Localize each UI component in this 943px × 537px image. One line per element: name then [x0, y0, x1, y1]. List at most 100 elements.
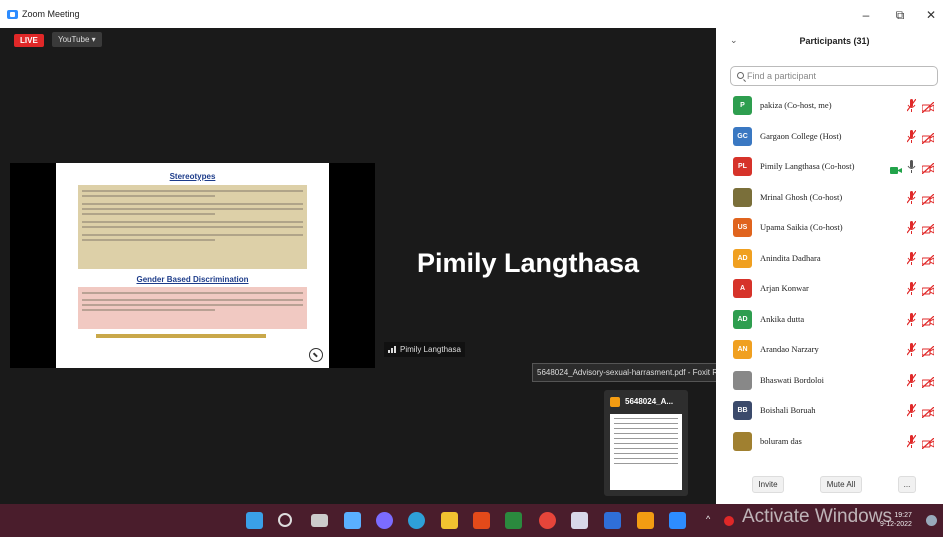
notification-icon[interactable]	[926, 515, 937, 526]
live-badge: LIVE	[14, 34, 44, 47]
participant-name: Gargaon College (Host)	[760, 130, 842, 141]
mic-muted-icon	[906, 281, 917, 295]
word-icon[interactable]	[604, 512, 621, 529]
participants-panel: ⌄ Participants (31) Find a participant P…	[716, 28, 943, 504]
chat-icon[interactable]	[376, 512, 393, 529]
mic-muted-icon	[906, 129, 917, 143]
office-icon[interactable]	[473, 512, 490, 529]
minimize-button[interactable]: –	[855, 6, 877, 24]
participant-avatar: AD	[733, 248, 752, 268]
participant-row[interactable]: BB Boishali Boruah	[716, 397, 943, 428]
zoom-taskbar-icon[interactable]	[669, 512, 686, 529]
mute-all-button[interactable]: Mute All	[820, 476, 862, 493]
video-off-icon	[921, 192, 935, 205]
participant-name: Arandao Narzary	[760, 344, 819, 354]
participant-row[interactable]: boluram das	[716, 428, 943, 459]
participant-avatar: PL	[733, 157, 752, 176]
video-off-icon	[921, 100, 935, 114]
slide-discrimination-box	[78, 287, 307, 329]
zoom-tray-icon[interactable]	[724, 516, 734, 526]
mic-muted-icon	[906, 98, 917, 112]
participant-row[interactable]: Bhaswati Bordoloi	[716, 367, 943, 398]
slide-stereotypes-box	[78, 185, 307, 269]
participant-row[interactable]: Mrinal Ghosh (Co-host)	[716, 184, 943, 215]
mic-muted-icon	[906, 312, 917, 326]
participant-avatar	[733, 187, 752, 207]
participant-row[interactable]: Ppakiza (Co-host, me)	[716, 92, 943, 123]
video-off-icon	[921, 344, 935, 358]
video-off-icon	[921, 314, 935, 327]
task-view-icon[interactable]	[311, 514, 328, 527]
participants-title: Participants (31)	[799, 36, 870, 46]
file-explorer-icon[interactable]	[441, 512, 458, 529]
participant-avatar: AD	[733, 309, 752, 329]
participant-name: boluram das	[760, 435, 802, 446]
foxit-reader-icon	[610, 397, 620, 407]
foxit-taskbar-icon[interactable]	[637, 512, 654, 529]
title-bar: Zoom Meeting – ⧉ ✕	[0, 0, 943, 28]
widgets-icon[interactable]	[344, 512, 361, 529]
video-off-icon	[921, 222, 935, 236]
video-stage: LIVE YouTube ▾ Stereotypes Gender Based …	[0, 28, 744, 504]
mic-muted-icon	[906, 434, 917, 448]
active-speaker-name: Pimily Langthasa	[417, 248, 640, 278]
invite-button[interactable]: Invite	[752, 476, 784, 493]
shared-slide: Stereotypes Gender Based Discrimination	[56, 163, 329, 368]
search-zoom-icon[interactable]	[309, 348, 323, 362]
taskbar-clock[interactable]: 19:27 9-12-2022	[880, 511, 912, 529]
more-options-button[interactable]: ...	[898, 476, 916, 493]
participant-name: Arjan Konwar	[760, 283, 809, 293]
edge-browser-icon[interactable]	[408, 512, 425, 529]
mic-muted-icon	[906, 403, 917, 417]
document-preview	[610, 414, 682, 490]
mic-muted-icon	[906, 342, 917, 356]
search-icon	[737, 72, 744, 79]
stream-target-dropdown[interactable]: YouTube ▾	[52, 32, 102, 47]
participant-name: Mrinal Ghosh (Co-host)	[760, 191, 843, 202]
participant-name: pakiza (Co-host, me)	[760, 100, 832, 110]
participant-row[interactable]: PL Pimily Langthasa (Co-host)	[716, 153, 943, 184]
tray-overflow-chevron[interactable]: ^	[706, 514, 710, 524]
participant-list: Ppakiza (Co-host, me) GC Gargaon College (…	[716, 92, 943, 462]
participant-row[interactable]: GC Gargaon College (Host)	[716, 123, 943, 154]
participant-avatar: BB	[733, 401, 752, 420]
windows-start-icon[interactable]	[246, 512, 263, 529]
participant-row[interactable]: AN Arandao Narzary	[716, 336, 943, 367]
chrome-icon[interactable]	[539, 512, 556, 529]
close-button[interactable]: ✕	[920, 6, 942, 24]
taskbar-preview-tooltip: 5648024_Advisory-sexual-harrasment.pdf -…	[532, 363, 744, 382]
paint-icon[interactable]	[571, 512, 588, 529]
participant-avatar: AN	[733, 340, 752, 359]
video-off-icon	[921, 436, 935, 449]
mic-muted-icon	[906, 373, 917, 387]
video-off-icon	[921, 131, 935, 144]
participant-name: Upama Saikia (Co-host)	[760, 222, 843, 232]
participant-row[interactable]: A Arjan Konwar	[716, 275, 943, 306]
foxit-preview-thumbnail[interactable]: 5648024_A...	[604, 390, 688, 496]
search-taskbar-icon[interactable]	[278, 513, 292, 527]
participant-avatar	[733, 370, 752, 390]
clock-date: 9-12-2022	[880, 521, 912, 528]
slide-heading-discrimination: Gender Based Discrimination	[136, 275, 249, 284]
speaker-tag-label: Pimily Langthasa	[400, 345, 461, 354]
speaker-name-tag: Pimily Langthasa	[384, 342, 465, 357]
window-title: Zoom Meeting	[22, 9, 80, 19]
maximize-button[interactable]: ⧉	[889, 6, 911, 24]
thumbnail-title: 5648024_A...	[625, 397, 674, 406]
video-off-icon	[921, 283, 935, 297]
participant-name: Pimily Langthasa (Co-host)	[760, 161, 855, 171]
participant-name: Bhaswati Bordoloi	[760, 374, 824, 385]
video-off-icon	[921, 253, 935, 266]
participant-name: Anindita Dadhara	[760, 252, 821, 263]
excel-icon[interactable]	[505, 512, 522, 529]
participant-row[interactable]: US Upama Saikia (Co-host)	[716, 214, 943, 245]
participant-avatar: A	[733, 279, 752, 298]
participant-row[interactable]: AD Anindita Dadhara	[716, 245, 943, 276]
participant-search-input[interactable]: Find a participant	[730, 66, 938, 86]
participant-avatar: US	[733, 218, 752, 237]
video-off-icon	[921, 405, 935, 419]
mic-muted-icon	[906, 251, 917, 265]
participant-name: Ankika dutta	[760, 313, 805, 324]
clock-time: 19:27	[894, 512, 912, 519]
participant-row[interactable]: AD Ankika dutta	[716, 306, 943, 337]
